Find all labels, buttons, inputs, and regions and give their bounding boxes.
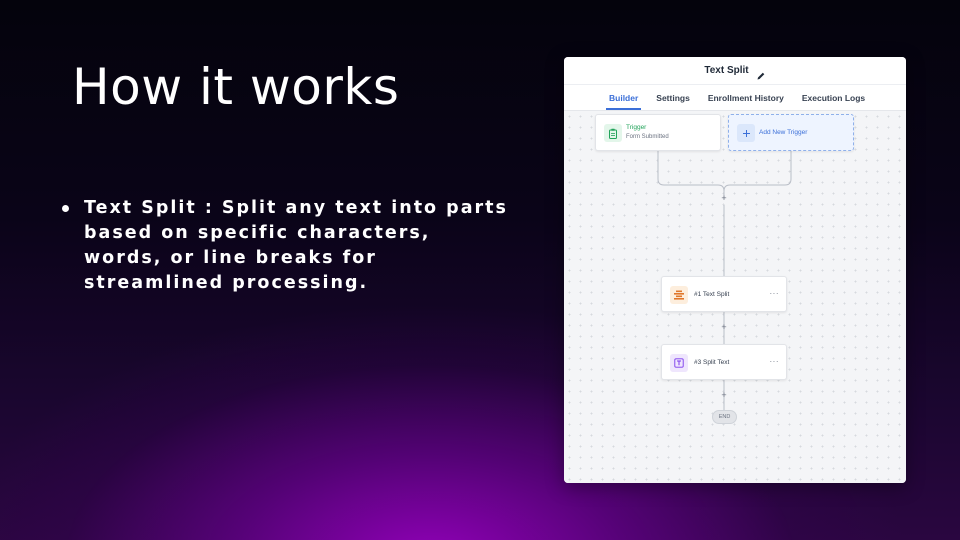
action-node-split-text[interactable]: #3 Split Text ··· — [661, 344, 787, 380]
trigger-label: Trigger — [626, 124, 647, 131]
workflow-title: Text Split — [704, 65, 749, 76]
tab-enrollment-history[interactable]: Enrollment History — [699, 85, 793, 110]
add-trigger-label: Add New Trigger — [759, 129, 808, 136]
tab-execution-logs[interactable]: Execution Logs — [793, 85, 874, 110]
slide-title: How it works — [72, 58, 400, 116]
action-label-2: #3 Split Text — [694, 359, 730, 366]
trigger-sublabel: Form Submitted — [626, 134, 669, 140]
bullet-dot-icon — [62, 205, 69, 212]
trigger-node[interactable]: Trigger Form Submitted — [595, 114, 721, 151]
pencil-edit-icon[interactable] — [756, 66, 766, 79]
add-step-plus-1[interactable]: + — [719, 193, 729, 203]
text-t-icon — [670, 354, 688, 372]
action-label-1: #1 Text Split — [694, 291, 730, 298]
bullet-item: Text Split : Split any text into parts b… — [60, 196, 510, 296]
plus-icon — [737, 124, 755, 142]
add-step-plus-2[interactable]: + — [719, 322, 729, 332]
bullet-text: Text Split : Split any text into parts b… — [84, 198, 508, 293]
clipboard-icon — [604, 124, 622, 142]
tab-bar: Builder Settings Enrollment History Exec… — [564, 85, 906, 111]
bullet-list: Text Split : Split any text into parts b… — [60, 196, 510, 296]
add-new-trigger-button[interactable]: Add New Trigger — [728, 114, 854, 151]
text-split-icon — [670, 286, 688, 304]
tab-settings[interactable]: Settings — [647, 85, 699, 110]
more-options-icon[interactable]: ··· — [770, 357, 780, 366]
app-header: Text Split — [564, 57, 906, 85]
tab-builder[interactable]: Builder — [600, 85, 647, 110]
workflow-canvas[interactable]: Trigger Form Submitted Add New Trigger + — [564, 111, 906, 483]
add-step-plus-3[interactable]: + — [719, 390, 729, 400]
end-marker: END — [712, 410, 737, 424]
workflow-builder-window: Text Split Builder Settings Enrollment H… — [564, 57, 906, 483]
more-options-icon[interactable]: ··· — [770, 289, 780, 298]
action-node-text-split[interactable]: #1 Text Split ··· — [661, 276, 787, 312]
